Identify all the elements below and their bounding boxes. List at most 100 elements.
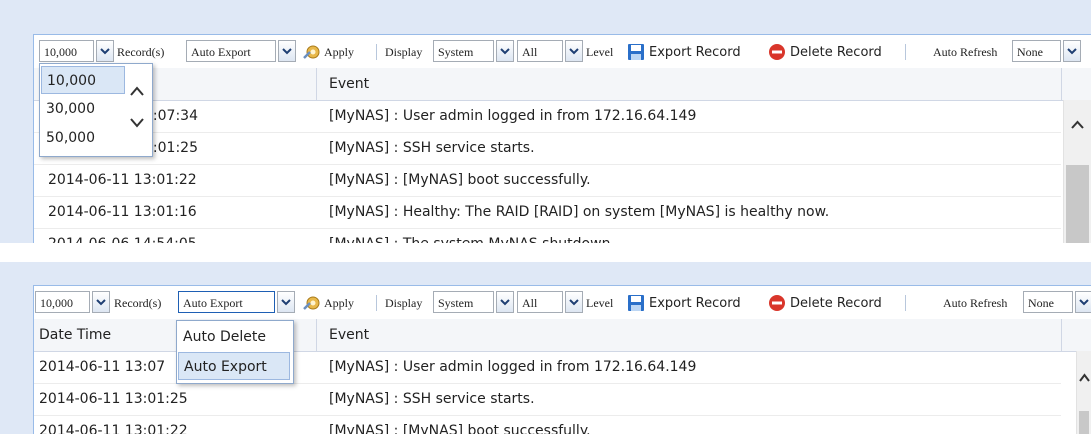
table-row[interactable]: 3:01:25 [MyNAS] : SSH service starts. [34, 133, 1061, 165]
chevron-up-icon[interactable] [1071, 120, 1084, 129]
refresh-dropdown-button[interactable] [1075, 291, 1091, 313]
toolbar-separator [905, 295, 906, 311]
export-record-label: Export Record [649, 295, 741, 311]
apply-label: Apply [324, 44, 354, 59]
records-label: Record(s) [114, 295, 162, 310]
toolbar-separator [376, 295, 377, 311]
table-row[interactable]: 2014-06-06 14:54:05 [MyNAS] : The system… [34, 229, 1061, 243]
record-count-dropdown-button[interactable] [92, 291, 110, 313]
row-datetime: 2014-06-11 13:01:22 [48, 172, 197, 188]
chevron-down-icon[interactable] [130, 118, 144, 128]
floppy-export-icon [628, 44, 644, 60]
level-select[interactable]: All [517, 40, 563, 62]
grid-header: Event [34, 68, 1091, 101]
action-dropdown-button[interactable] [277, 291, 295, 313]
refresh-dropdown-button[interactable] [1063, 40, 1081, 62]
record-count-dropdown: 10,000 30,000 50,000 [39, 63, 153, 157]
export-record-button[interactable]: Export Record [627, 35, 741, 69]
level-label: Level [586, 44, 614, 59]
delete-record-button[interactable]: Delete Record [768, 35, 882, 69]
event-column-header[interactable]: Event [329, 68, 369, 100]
chevron-down-icon [569, 298, 579, 305]
source-dropdown-button[interactable] [496, 40, 514, 62]
chevron-down-icon [100, 47, 110, 54]
apply-label: Apply [324, 295, 354, 310]
row-event: [MyNAS] : Healthy: The RAID [RAID] on sy… [329, 204, 830, 220]
refresh-select[interactable]: None [1023, 291, 1073, 313]
datetime-column-header[interactable]: Date Time [39, 319, 111, 351]
record-count-dropdown-button[interactable] [96, 40, 114, 62]
chevron-down-icon [1079, 298, 1089, 305]
chevron-up-icon[interactable] [130, 86, 144, 96]
log-toolbar: 10,000 Record(s) Auto Export Apply Displ… [33, 34, 1091, 70]
record-count-option[interactable]: 50,000 [41, 124, 125, 152]
chevron-down-icon [96, 298, 106, 305]
gear-apply-icon [303, 45, 320, 59]
chevron-down-icon [500, 298, 510, 305]
action-dropdown-button[interactable] [278, 40, 296, 62]
action-dropdown: Auto Delete Auto Export [176, 320, 294, 384]
action-option-auto-delete[interactable]: Auto Delete [178, 323, 290, 351]
action-option-auto-export[interactable]: Auto Export [178, 352, 290, 380]
action-select[interactable]: Auto Export [186, 40, 276, 62]
event-log-panel-2: 10,000 Record(s) Auto Export Apply Displ… [0, 262, 1091, 434]
column-divider [316, 319, 317, 351]
level-select[interactable]: All [517, 291, 563, 313]
record-count-select[interactable]: 10,000 [39, 40, 94, 62]
export-record-label: Export Record [649, 44, 741, 60]
chevron-down-icon [569, 47, 579, 54]
level-dropdown-button[interactable] [565, 291, 583, 313]
source-dropdown-button[interactable] [496, 291, 514, 313]
record-count-option[interactable]: 10,000 [41, 66, 125, 94]
toolbar-separator [905, 44, 906, 60]
row-datetime: 2014-06-11 13:01:16 [48, 204, 197, 220]
action-select[interactable]: Auto Export [178, 291, 275, 313]
toolbar-separator [376, 44, 377, 60]
export-record-button[interactable]: Export Record [627, 286, 741, 320]
log-toolbar: 10,000 Record(s) Auto Export Apply Displ… [33, 285, 1091, 321]
apply-button[interactable]: Apply [302, 286, 354, 320]
chevron-up-icon[interactable] [1079, 373, 1090, 382]
floppy-export-icon [628, 295, 644, 311]
gear-apply-icon [303, 296, 320, 310]
display-label: Display [385, 44, 423, 59]
vertical-scrollbar[interactable] [1063, 100, 1091, 243]
apply-button[interactable]: Apply [302, 35, 354, 69]
scrollbar-thumb[interactable] [1066, 165, 1089, 243]
row-datetime: 2014-06-11 13:01:25 [39, 391, 188, 407]
vertical-scrollbar[interactable] [1076, 351, 1091, 434]
delete-circle-icon [769, 44, 785, 60]
chevron-down-icon [282, 47, 292, 54]
source-select[interactable]: System [433, 291, 494, 313]
row-event: [MyNAS] : User admin logged in from 172.… [329, 359, 697, 375]
row-event: [MyNAS] : The system MyNAS shutdown. [329, 229, 615, 243]
row-event: [MyNAS] : [MyNAS] boot successfully. [329, 172, 591, 188]
level-dropdown-button[interactable] [565, 40, 583, 62]
event-grid: Event 3:07:34 [MyNAS] : User admin logge… [33, 68, 1091, 243]
chevron-down-icon [281, 298, 291, 305]
table-row[interactable]: 3:07:34 [MyNAS] : User admin logged in f… [34, 101, 1061, 133]
delete-record-label: Delete Record [790, 295, 882, 311]
event-log-panel-1: 10,000 Record(s) Auto Export Apply Displ… [0, 0, 1091, 243]
row-event: [MyNAS] : User admin logged in from 172.… [329, 108, 697, 124]
delete-record-button[interactable]: Delete Record [768, 286, 882, 320]
source-select[interactable]: System [433, 40, 494, 62]
event-column-header[interactable]: Event [329, 319, 369, 351]
row-event: [MyNAS] : SSH service starts. [329, 391, 535, 407]
row-datetime: 2014-06-11 13:01:22 [39, 423, 188, 434]
table-row[interactable]: 2014-06-11 13:01:22 [MyNAS] : [MyNAS] bo… [34, 165, 1061, 197]
row-datetime: 2014-06-06 14:54:05 [48, 229, 197, 243]
table-row[interactable]: 2014-06-11 13:01:16 [MyNAS] : Healthy: T… [34, 197, 1061, 229]
delete-circle-icon [769, 295, 785, 311]
scrollbar-thumb[interactable] [1079, 411, 1089, 434]
delete-record-label: Delete Record [790, 44, 882, 60]
record-count-option[interactable]: 30,000 [41, 95, 125, 123]
row-event: [MyNAS] : [MyNAS] boot successfully. [329, 423, 591, 434]
table-row[interactable]: 2014-06-11 13:01:25 [MyNAS] : SSH servic… [34, 384, 1061, 416]
column-divider [316, 68, 317, 100]
auto-refresh-label: Auto Refresh [943, 295, 1008, 310]
refresh-select[interactable]: None [1012, 40, 1061, 62]
table-row[interactable]: 2014-06-11 13:01:22 [MyNAS] : [MyNAS] bo… [34, 416, 1061, 434]
record-count-select[interactable]: 10,000 [35, 291, 90, 313]
level-label: Level [586, 295, 614, 310]
